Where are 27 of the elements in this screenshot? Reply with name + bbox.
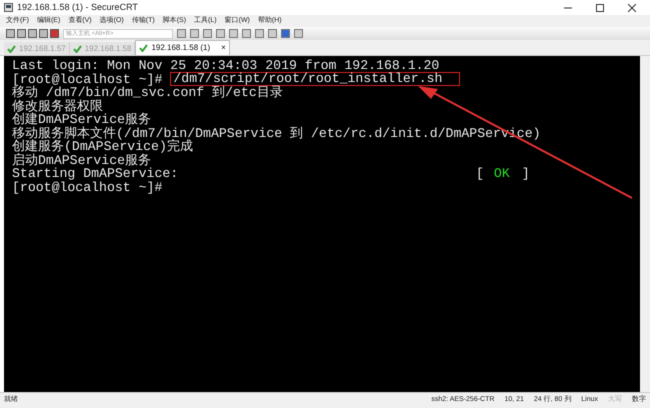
bracket-text: ] — [522, 167, 530, 180]
tab-label: 192.168.1.57 — [19, 42, 66, 54]
bracket-text: [ — [476, 167, 484, 180]
window-title: 192.168.1.58 (1) - SecureCRT — [17, 0, 138, 14]
check-icon — [139, 44, 148, 52]
check-icon — [72, 44, 82, 52]
tab-label: 192.168.1.58 (1) — [151, 42, 210, 54]
session-tab[interactable]: 192.168.1.58 (1) × — [135, 40, 230, 55]
tab-label: 192.168.1.58 — [84, 42, 132, 54]
shell-prompt: [root@localhost ~]# — [12, 72, 162, 86]
terminal-line: 创建DmAPService服务 — [12, 113, 152, 126]
scrollbar[interactable] — [640, 56, 650, 392]
maximize-icon[interactable] — [596, 4, 604, 12]
terminal-line: Last login: Mon Nov 25 20:34:03 2019 from 192.168.1.20 — [12, 59, 440, 72]
terminal-line: 修改服务器权限 — [12, 100, 103, 113]
terminal-line: 移动 /dm7/bin/dm_svc.conf 到/etc目录 — [12, 86, 283, 100]
check-icon — [7, 44, 16, 52]
tab-close-button[interactable]: × — [221, 42, 226, 54]
terminal-line: 启动DmAPService服务 — [12, 154, 152, 167]
ok-status: OK — [494, 167, 510, 180]
close-icon[interactable] — [628, 4, 636, 12]
terminal-command: /dm7/script/root/root_installer.sh — [170, 72, 460, 86]
terminal-line: 创建服务(DmAPService)完成 — [12, 140, 193, 154]
terminal-line: Starting DmAPService: — [12, 167, 180, 180]
app-icon — [4, 3, 13, 12]
shell-prompt: [root@localhost ~]# — [12, 180, 162, 194]
terminal-screen[interactable] — [4, 56, 640, 392]
